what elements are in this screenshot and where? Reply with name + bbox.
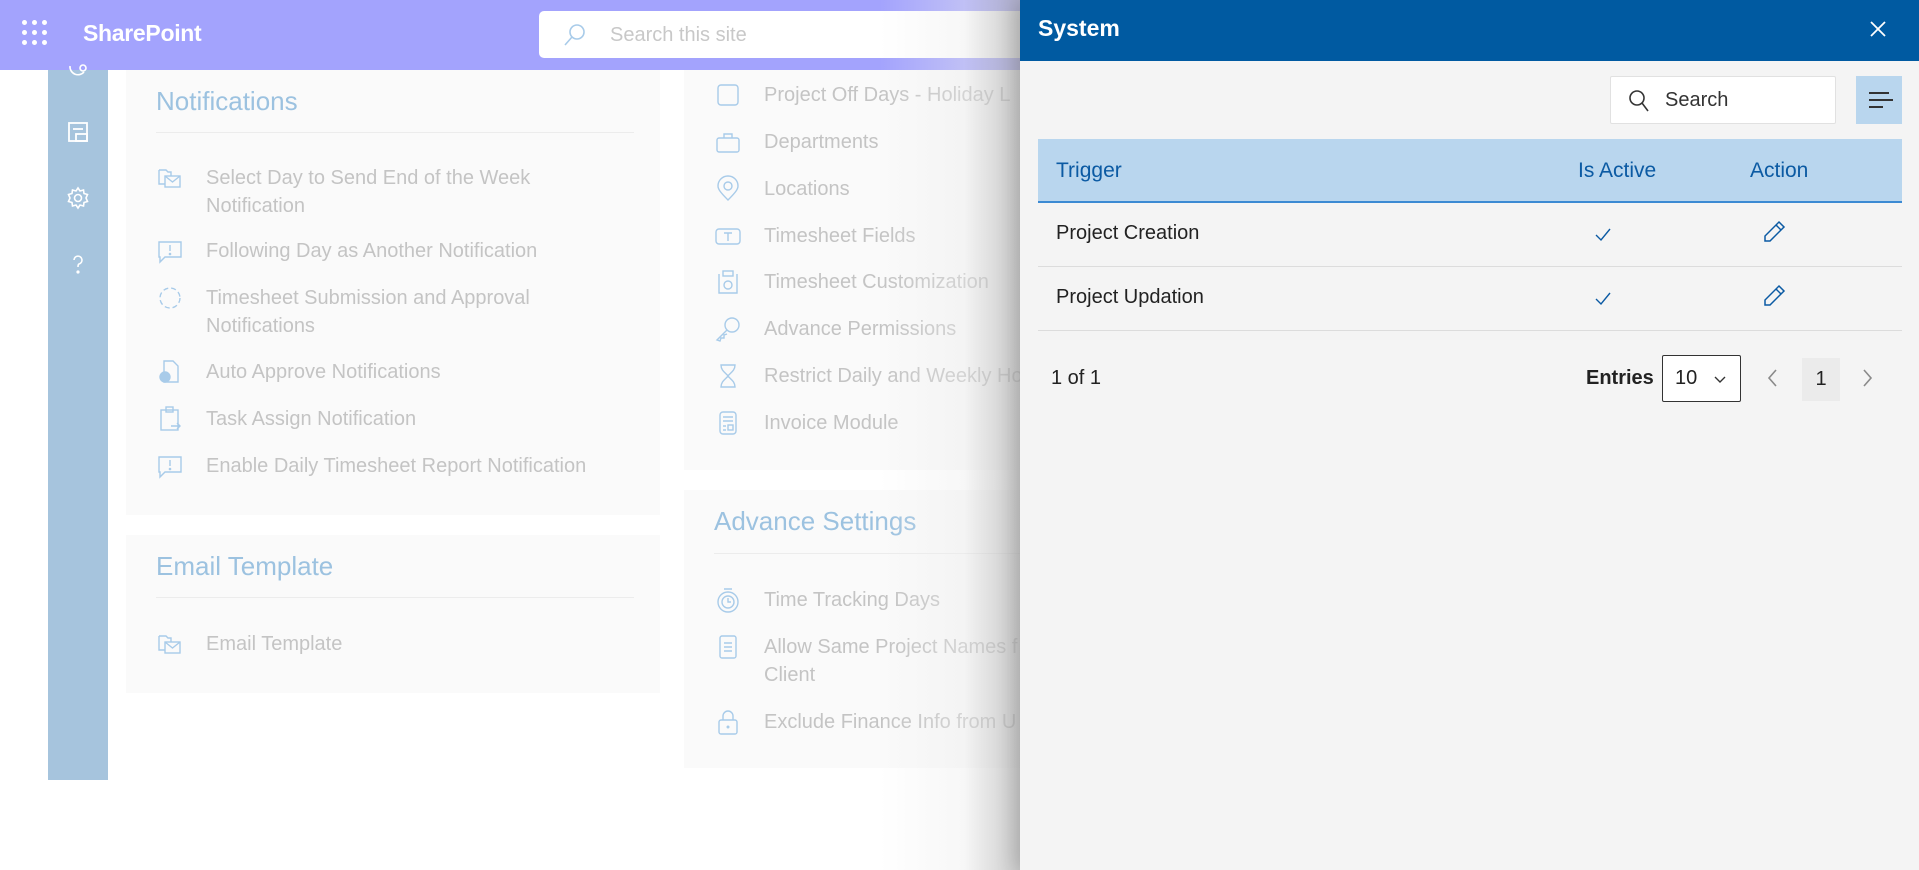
trigger-table: Trigger Is Active Action Project Creatio…: [1038, 139, 1902, 331]
document-lines-icon: [719, 635, 737, 659]
mail-folder-icon: [158, 169, 181, 188]
app-launcher-icon[interactable]: [22, 20, 48, 46]
calculator-icon: [719, 411, 737, 435]
settings-item[interactable]: Enable Daily Timesheet Report Notificati…: [156, 452, 626, 480]
table-row: Project Creation: [1038, 203, 1902, 267]
search-icon: [564, 24, 585, 46]
chevron-down-icon: [1714, 376, 1726, 383]
sync-circle-icon: [159, 287, 181, 309]
column-header-action[interactable]: Action: [1750, 159, 1808, 183]
briefcase-icon: [716, 133, 740, 153]
text-field-icon: [715, 228, 741, 245]
settings-item[interactable]: Auto Approve Notifications: [156, 358, 626, 386]
panel-header: System: [1020, 0, 1919, 61]
column-header-is-active[interactable]: Is Active: [1578, 159, 1656, 183]
settings-item-label: Enable Daily Timesheet Report Notificati…: [206, 455, 587, 477]
entries-value: 10: [1675, 367, 1698, 389]
panel-title: System: [1038, 15, 1120, 41]
menu-lines-icon: [1869, 92, 1889, 94]
left-rail: [48, 64, 108, 780]
notifications-card: Notifications Select Day to Send End of …: [126, 70, 660, 515]
settings-item[interactable]: Email Template: [156, 630, 626, 658]
form-icon[interactable]: [66, 120, 90, 144]
entries-select[interactable]: 10: [1662, 355, 1741, 402]
checkmark-icon: [1595, 228, 1611, 242]
hourglass-icon: [720, 364, 736, 388]
settings-item-label: Timesheet Submission and Approval Notifi…: [206, 287, 530, 337]
settings-item-label: Timesheet Fields: [764, 225, 916, 247]
pager-count: 1 of 1: [1051, 367, 1102, 389]
location-pin-icon: [717, 175, 739, 201]
settings-item-label: Following Day as Another Notification: [206, 240, 538, 262]
settings-item-label: Advance Permissions: [764, 318, 957, 340]
settings-item-label: Restrict Daily and Weekly Ho: [764, 365, 1023, 387]
divider: [156, 132, 634, 133]
column-header-trigger[interactable]: Trigger: [1056, 159, 1122, 183]
trigger-cell: Project Updation: [1056, 286, 1204, 308]
checkmark-icon: [1595, 292, 1611, 306]
panel-search-placeholder: Search: [1665, 89, 1729, 111]
settings-item-label: Task Assign Notification: [206, 408, 417, 430]
alert-comment-icon: [158, 456, 182, 479]
table-row: Project Updation: [1038, 267, 1902, 331]
mail-folder-icon: [158, 635, 181, 654]
chevron-left-icon[interactable]: [1762, 365, 1784, 391]
square-icon: [717, 84, 739, 106]
settings-item[interactable]: Following Day as Another Notification: [156, 237, 626, 265]
close-icon[interactable]: [1865, 16, 1891, 42]
settings-item-label: Auto Approve Notifications: [206, 361, 441, 383]
advance-settings-title: Advance Settings: [714, 506, 917, 536]
site-search-box[interactable]: Search this site: [539, 11, 1059, 58]
settings-item-label: Time Tracking Days: [764, 589, 940, 611]
settings-item-label: Exclude Finance Info from U: [764, 711, 1017, 733]
site-search-placeholder: Search this site: [610, 24, 747, 46]
settings-item-label: Select Day to Send End of the Week Notif…: [206, 167, 531, 217]
table-header: Trigger Is Active Action: [1038, 139, 1902, 203]
divider: [156, 597, 634, 598]
notifications-title: Notifications: [156, 86, 298, 116]
settings-item[interactable]: Select Day to Send End of the Week Notif…: [156, 164, 626, 220]
key-icon: [715, 317, 740, 342]
partial-icon[interactable]: [66, 62, 90, 86]
document-check-icon: [159, 360, 179, 383]
help-icon[interactable]: [66, 252, 90, 276]
system-panel: System Search Trigger Is Active Action P: [1020, 0, 1919, 870]
clipboard-arrow-icon: [160, 406, 181, 431]
settings-item-label: Project Off Days - Holiday L: [764, 84, 1011, 106]
entries-label: Entries: [1586, 367, 1654, 389]
alert-comment-icon: [158, 241, 182, 264]
settings-item-label: Email Template: [206, 633, 343, 655]
settings-item-label: Departments: [764, 131, 879, 153]
column-options-button[interactable]: [1856, 76, 1902, 124]
panel-search-input[interactable]: Search: [1610, 76, 1836, 124]
settings-item[interactable]: Timesheet Submission and Approval Notifi…: [156, 284, 626, 340]
edit-icon[interactable]: [1761, 219, 1787, 245]
app-name[interactable]: SharePoint: [83, 20, 202, 47]
chevron-right-icon[interactable]: [1856, 365, 1878, 391]
timesheet-clock-icon: [718, 270, 738, 294]
settings-item-label: Timesheet Customization: [764, 271, 989, 293]
page-number-button[interactable]: 1: [1802, 358, 1840, 401]
email-template-title: Email Template: [156, 551, 334, 581]
page: SharePoint Search this site Notification…: [0, 0, 1919, 870]
lock-icon: [718, 710, 738, 735]
trigger-cell: Project Creation: [1056, 222, 1200, 244]
settings-icon[interactable]: [66, 186, 90, 210]
settings-item-label: Locations: [764, 178, 850, 200]
search-icon: [1629, 90, 1649, 112]
email-template-card: Email Template Email Template: [126, 535, 660, 693]
settings-item[interactable]: Task Assign Notification: [156, 405, 626, 433]
settings-item-label: Invoice Module: [764, 412, 899, 434]
timer-icon: [717, 588, 739, 613]
edit-icon[interactable]: [1761, 283, 1787, 309]
